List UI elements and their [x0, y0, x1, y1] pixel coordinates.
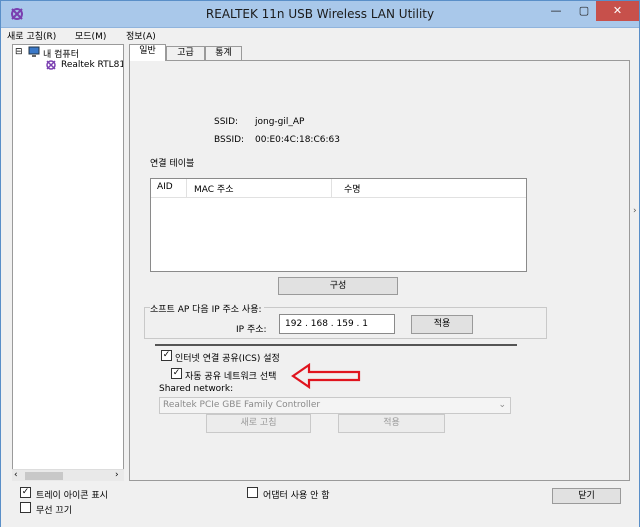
scroll-left-icon[interactable]: ‹ — [14, 470, 18, 480]
ip-address-input[interactable]: 192 . 168 . 159 . 1 — [279, 314, 395, 334]
ip-address-label: IP 주소: — [236, 325, 267, 335]
disable-adapter-label: 어댑터 사용 안 함 — [263, 491, 330, 501]
annotation-arrow-icon — [291, 363, 361, 389]
bottom-bar: ✓ 트레이 아이콘 표시 무선 끄기 어댑터 사용 안 함 닫기 — [1, 483, 639, 527]
menu-mode[interactable]: 모드(M) — [75, 29, 106, 42]
maximize-button[interactable]: ▢ — [570, 1, 598, 21]
auto-share-checkbox[interactable]: ✓ — [171, 368, 182, 379]
connection-table[interactable]: AID MAC 주소 수명 — [150, 178, 527, 272]
apply-ip-button[interactable]: 적용 — [411, 315, 473, 334]
close-button[interactable]: 닫기 — [552, 488, 621, 504]
column-divider — [186, 179, 187, 198]
general-tab-panel: SSID: jong-gil_AP BSSID: 00:E0:4C:18:C6:… — [129, 60, 630, 481]
menu-bar: 새로 고침(R) 모드(M) 정보(A) — [1, 28, 639, 43]
menu-about[interactable]: 정보(A) — [126, 29, 156, 42]
tray-icon-label: 트레이 아이콘 표시 — [36, 491, 108, 501]
column-lifetime[interactable]: 수명 — [344, 182, 361, 195]
table-header: AID MAC 주소 수명 — [151, 179, 526, 198]
wireless-off-checkbox[interactable] — [20, 502, 31, 513]
ssid-label: SSID: — [214, 117, 239, 127]
column-divider — [331, 179, 332, 198]
tree-item-realtek-adapter[interactable]: Realtek RTL819 — [61, 60, 123, 70]
column-aid[interactable]: AID — [157, 182, 173, 192]
close-window-button[interactable]: ✕ — [596, 1, 639, 21]
menu-refresh[interactable]: 새로 고침(R) — [7, 29, 56, 42]
ics-checkbox[interactable]: ✓ — [161, 350, 172, 361]
tab-general[interactable]: 일반 — [129, 44, 166, 61]
chevron-down-icon: ⌄ — [498, 400, 506, 410]
minimize-button[interactable]: — — [542, 1, 570, 21]
configure-button[interactable]: 구성 — [278, 277, 398, 295]
bssid-value: 00:E0:4C:18:C6:63 — [255, 135, 340, 145]
resize-grip-icon: › — [633, 206, 637, 216]
auto-share-label: 자동 공유 네트워크 선택 — [185, 372, 277, 382]
connection-table-label: 연결 테이블 — [150, 159, 195, 169]
main-window: REALTEK 11n USB Wireless LAN Utility — ▢… — [0, 0, 640, 527]
disable-adapter-checkbox[interactable] — [247, 487, 258, 498]
column-mac[interactable]: MAC 주소 — [194, 182, 233, 195]
title-bar[interactable]: REALTEK 11n USB Wireless LAN Utility — ▢… — [1, 1, 639, 28]
computer-icon — [28, 46, 40, 57]
tab-statistics[interactable]: 통계 — [205, 46, 242, 61]
ssid-value: jong-gil_AP — [255, 117, 305, 127]
tree-horizontal-scrollbar[interactable]: ‹ › — [12, 469, 124, 481]
scroll-thumb[interactable] — [25, 472, 63, 480]
tab-advanced[interactable]: 고급 — [166, 46, 205, 61]
refresh-button[interactable]: 새로 고침 — [206, 414, 311, 433]
shared-network-value: Realtek PCIe GBE Family Controller — [163, 400, 321, 410]
wireless-adapter-icon — [46, 60, 56, 70]
tree-expander[interactable]: ⊟ — [15, 47, 23, 57]
separator-line — [155, 344, 517, 346]
ics-label: 인터넷 연결 공유(ICS) 설정 — [175, 354, 280, 364]
apply-button[interactable]: 적용 — [338, 414, 445, 433]
shared-network-select[interactable]: Realtek PCIe GBE Family Controller ⌄ — [159, 397, 511, 414]
shared-network-label: Shared network: — [159, 384, 234, 394]
tray-icon-checkbox[interactable]: ✓ — [20, 487, 31, 498]
scroll-right-icon[interactable]: › — [115, 470, 119, 480]
wireless-off-label: 무선 끄기 — [36, 506, 72, 516]
soft-ap-ip-label: 소프트 AP 다음 IP 주소 사용: — [150, 302, 264, 315]
bssid-label: BSSID: — [214, 135, 245, 145]
device-tree[interactable]: ⊟ 내 컴퓨터 Realtek RTL819 — [12, 44, 124, 481]
